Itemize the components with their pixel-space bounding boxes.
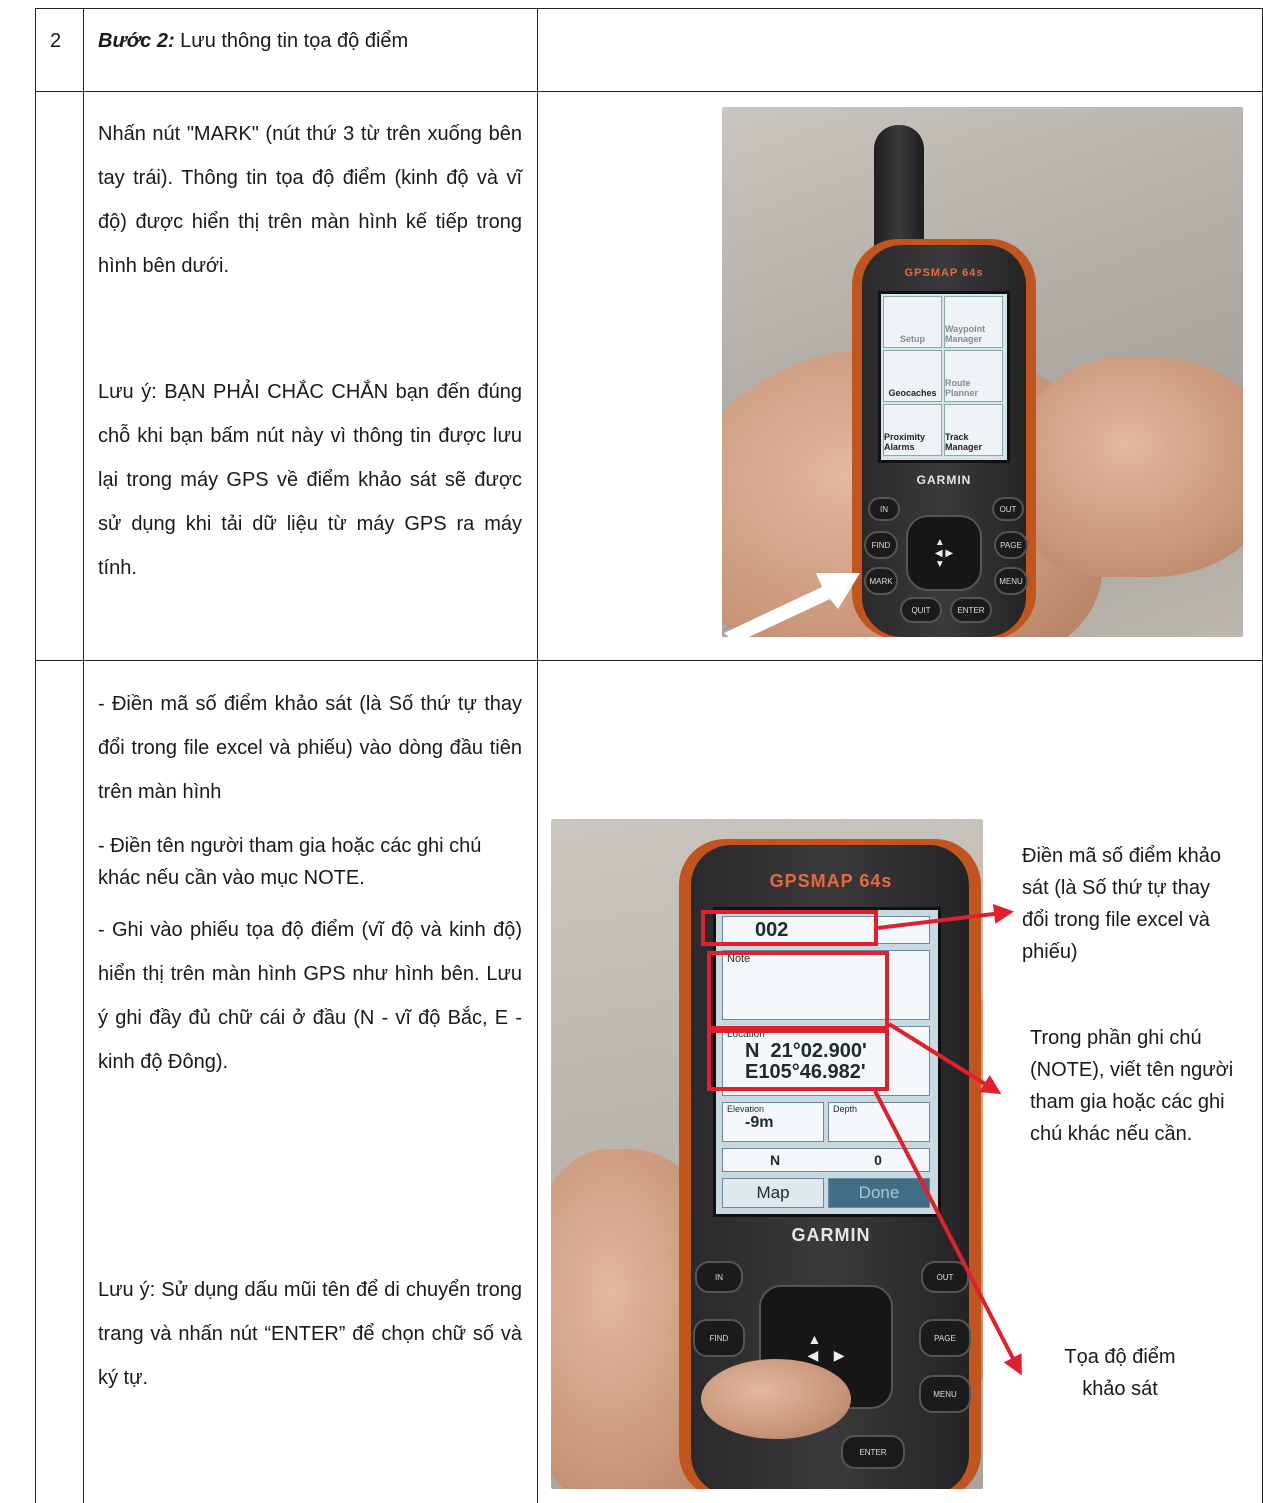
waypoint-arrow: [877, 903, 1014, 930]
document-page: 2 Bước 2: Lưu thông tin tọa độ điểm Nhấn…: [0, 0, 1263, 1503]
callout-note: Trong phần ghi chú (NOTE), viết tên ngườ…: [1030, 1027, 1234, 1145]
note-arrow: [887, 1022, 1002, 1095]
annotation-arrows: [873, 903, 1022, 1376]
callout-waypoint: Điền mã số điểm khảo sát (là Số thứ tự t…: [1022, 845, 1221, 963]
callout-coords: Tọa độ điểm khảo sát: [1064, 1346, 1176, 1400]
coords-arrow: [873, 1090, 1022, 1376]
